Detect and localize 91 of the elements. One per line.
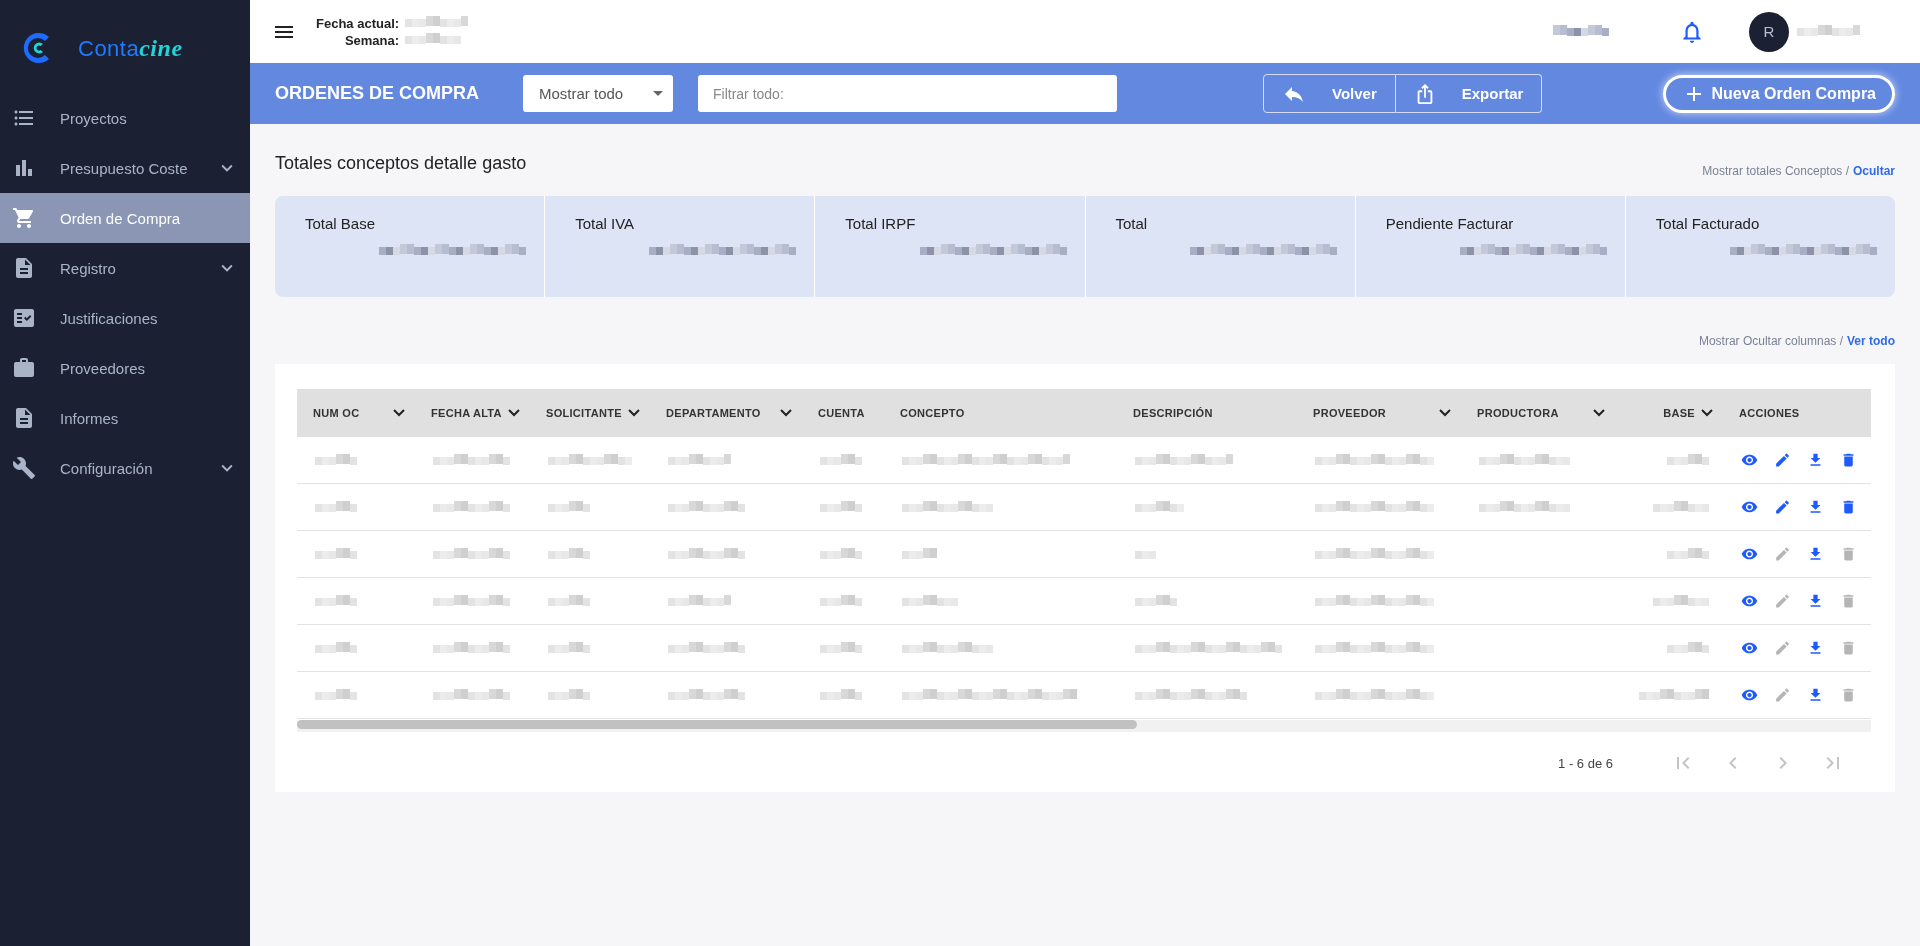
total-label: Total	[1115, 215, 1149, 232]
checklist-icon	[12, 306, 36, 330]
column-header[interactable]: PRODUCTORA	[1461, 389, 1615, 437]
column-header[interactable]: DEPARTAMENTO	[650, 389, 802, 437]
redacted-text	[1135, 594, 1177, 608]
redacted-text	[315, 500, 357, 514]
redacted-text	[315, 594, 357, 608]
sidebar-label: Proyectos	[60, 109, 128, 127]
sidebar-label: Presupuesto Coste	[60, 159, 189, 177]
redacted-text	[1653, 500, 1709, 514]
column-header[interactable]: BASE	[1615, 389, 1723, 437]
show-all-link[interactable]: Ver todo	[1847, 334, 1895, 348]
toggle-label: Mostrar totales Conceptos /	[1702, 164, 1849, 178]
redacted-text	[1639, 688, 1709, 702]
redacted-text	[405, 32, 462, 46]
user-avatar[interactable]: R	[1749, 11, 1789, 52]
scrollbar-thumb[interactable]	[297, 720, 1137, 729]
redacted-text	[820, 547, 862, 561]
redacted-text	[315, 453, 357, 467]
sidebar-item[interactable]: Configuración	[0, 443, 250, 493]
total-label: Total IRPF	[845, 215, 917, 232]
redacted-text	[315, 547, 357, 561]
redacted-text	[548, 688, 590, 702]
briefcase-icon	[12, 356, 36, 380]
redacted-text	[548, 594, 590, 608]
chevron-down-icon	[1593, 409, 1605, 417]
redacted-text	[1667, 641, 1709, 655]
redacted-text	[820, 641, 862, 655]
caret-icon	[653, 91, 663, 96]
page-title: ORDENES DE COMPRA	[275, 83, 481, 104]
redacted-text	[820, 500, 862, 514]
column-header[interactable]: NUM OC	[297, 389, 415, 437]
date-label: Fecha actual:	[316, 15, 400, 31]
column-header[interactable]: CUENTA	[802, 389, 884, 437]
sidebar-label: Informes	[60, 409, 120, 427]
redacted-text	[1553, 25, 1609, 38]
redacted-text	[405, 15, 469, 29]
redacted-text	[1135, 500, 1184, 514]
chevron-down-icon	[628, 409, 640, 417]
redacted-text	[668, 453, 731, 467]
filter-dropdown[interactable]: Mostrar todo	[523, 75, 673, 112]
redacted-text	[548, 500, 590, 514]
redacted-text	[820, 453, 862, 467]
chevron-down-icon	[393, 409, 405, 417]
section-heading: Totales conceptos detalle gasto	[275, 153, 527, 174]
redacted-text	[315, 688, 357, 702]
wrench-icon	[12, 456, 36, 480]
sidebar-label: Orden de Compra	[60, 209, 182, 227]
redacted-text	[1653, 594, 1709, 608]
sidebar-item[interactable]: Registro	[0, 243, 250, 293]
redacted-text	[548, 547, 590, 561]
chevron-down-icon	[1439, 409, 1451, 417]
chevron-down-icon	[1701, 409, 1713, 417]
total-label: Total Base	[305, 215, 377, 232]
column-header[interactable]: DESCRIPCIÓN	[1117, 389, 1297, 437]
redacted-text	[315, 641, 357, 655]
week-label: Semana:	[343, 32, 400, 48]
redacted-text	[1797, 25, 1860, 38]
cart-icon	[12, 206, 36, 230]
redacted-text	[820, 688, 862, 702]
page-range: 1 - 6 de 6	[1558, 755, 1613, 771]
sidebar-label: Configuración	[60, 459, 154, 477]
column-header[interactable]: ACCIONES	[1723, 389, 1871, 437]
redacted-text	[548, 641, 590, 655]
total-label: Total Facturado	[1655, 215, 1761, 232]
sidebar-item[interactable]: Justificaciones	[0, 293, 250, 343]
chevron-down-icon	[780, 409, 792, 417]
chevron-down-icon	[508, 409, 520, 417]
toggle-label: Mostrar Ocultar columnas /	[1698, 334, 1843, 348]
redacted-text	[902, 594, 958, 608]
total-label: Total IVA	[575, 215, 636, 232]
sidebar-label: Justificaciones	[60, 309, 159, 327]
redacted-text	[902, 547, 937, 561]
column-header[interactable]: CONCEPTO	[884, 389, 1117, 437]
redacted-text	[1667, 453, 1709, 467]
sidebar-label: Registro	[60, 259, 117, 277]
hide-link[interactable]: Ocultar	[1853, 164, 1895, 178]
redacted-text	[668, 594, 731, 608]
sidebar-item[interactable]: Proveedores	[0, 343, 250, 393]
total-label: Pendiente Facturar	[1385, 215, 1515, 232]
sidebar-item[interactable]: Informes	[0, 393, 250, 443]
search-field[interactable]: Filtrar todo:	[698, 75, 1117, 112]
sidebar-label: Proveedores	[60, 359, 147, 377]
redacted-text	[820, 594, 862, 608]
redacted-text	[1667, 547, 1709, 561]
sidebar-item[interactable]: Presupuesto Coste	[0, 143, 250, 193]
column-header[interactable]: SOLICITANTE	[530, 389, 650, 437]
column-header[interactable]: PROVEEDOR	[1297, 389, 1461, 437]
sidebar-item[interactable]: Proyectos	[0, 93, 250, 143]
column-header[interactable]: FECHA ALTA	[415, 389, 530, 437]
logo-text: Contacine	[78, 34, 183, 62]
